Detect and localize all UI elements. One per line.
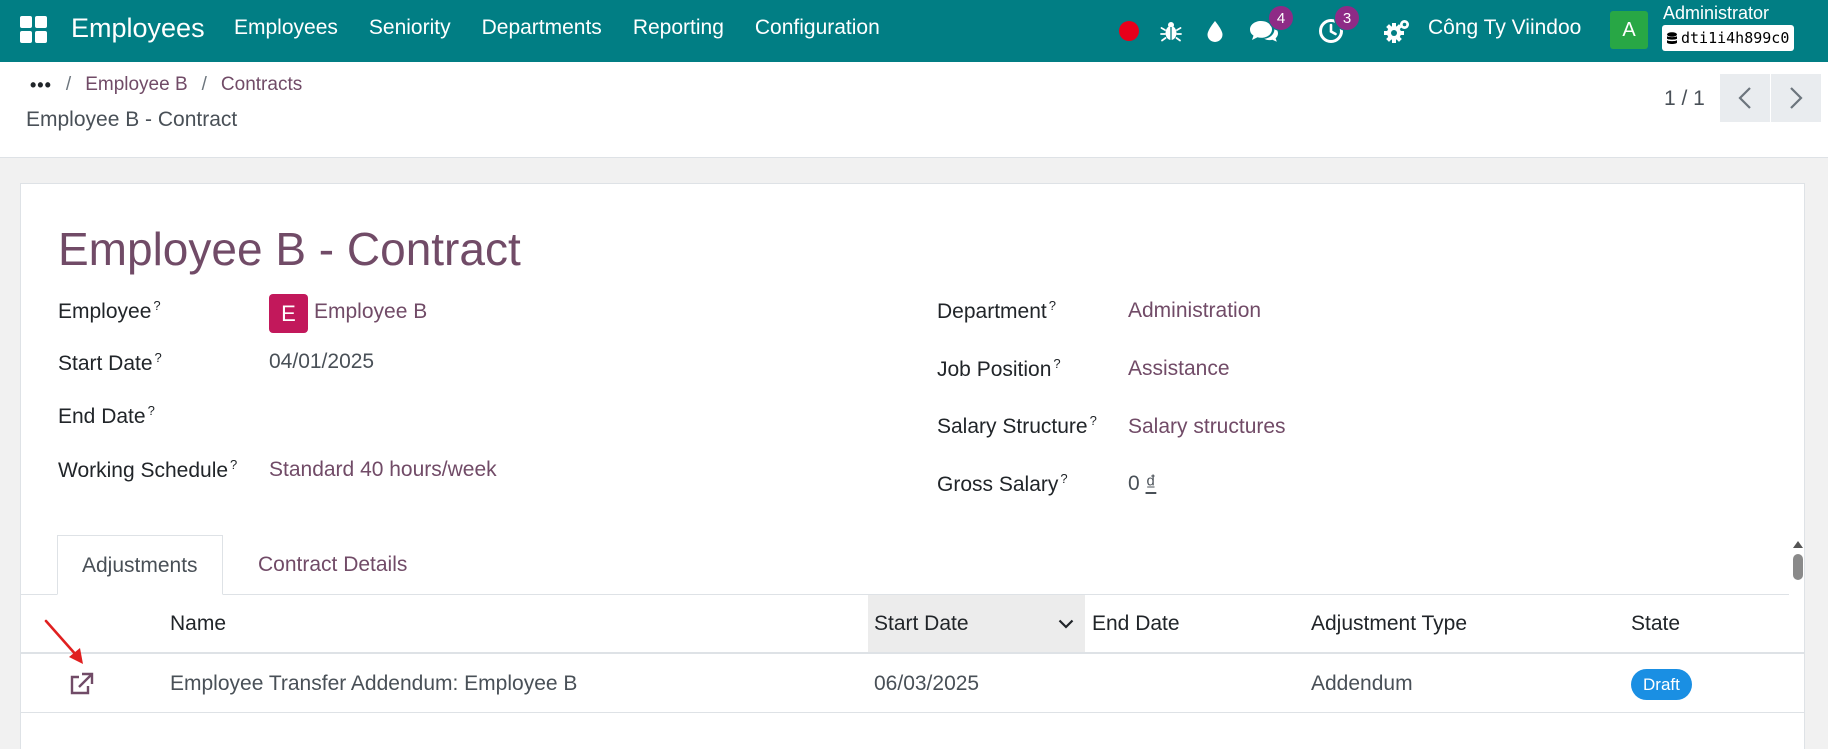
gross-salary-field[interactable]: 0 ₫ bbox=[1128, 472, 1156, 496]
breadcrumb-contracts-link[interactable]: Contracts bbox=[221, 74, 302, 96]
user-name[interactable]: Administrator bbox=[1663, 3, 1769, 24]
salary-structure-label: Salary Structure? bbox=[937, 413, 1097, 438]
scrollbar-thumb[interactable] bbox=[1793, 554, 1803, 580]
table-row[interactable]: Employee Transfer Addendum: Employee B 0… bbox=[21, 655, 1804, 713]
control-panel: ••• / Employee B / Contracts Employee B … bbox=[0, 62, 1828, 158]
row-adjustment-type: Addendum bbox=[1311, 672, 1413, 695]
pager-value[interactable]: 1 / 1 bbox=[1664, 87, 1705, 111]
form-sheet: Employee B - Contract Employee? E Employ… bbox=[20, 183, 1805, 749]
scroll-up-arrow-icon[interactable] bbox=[1793, 541, 1803, 548]
column-state[interactable]: State bbox=[1631, 595, 1771, 652]
database-name: dti1i4h899c0 bbox=[1681, 29, 1790, 47]
database-badge: dti1i4h899c0 bbox=[1662, 25, 1795, 51]
settings-icon bbox=[1384, 20, 1409, 43]
top-navbar: Employees Employees Seniority Department… bbox=[0, 0, 1828, 62]
working-schedule-field[interactable]: Standard 40 hours/week bbox=[269, 458, 497, 482]
menu-employees[interactable]: Employees bbox=[234, 16, 338, 40]
column-adjustment-type[interactable]: Adjustment Type bbox=[1311, 595, 1591, 652]
column-end-date[interactable]: End Date bbox=[1092, 595, 1292, 652]
company-switcher[interactable]: Công Ty Viindoo bbox=[1428, 16, 1581, 40]
department-field[interactable]: Administration bbox=[1128, 299, 1261, 323]
help-tooltip-icon[interactable]: ? bbox=[155, 350, 162, 365]
breadcrumb-overflow-button[interactable]: ••• bbox=[30, 75, 52, 96]
help-tooltip-icon[interactable]: ? bbox=[148, 403, 155, 418]
user-avatar[interactable]: A bbox=[1610, 11, 1648, 49]
pager-next-button[interactable] bbox=[1771, 74, 1821, 122]
help-tooltip-icon[interactable]: ? bbox=[1060, 471, 1067, 486]
help-tooltip-icon[interactable]: ? bbox=[230, 457, 237, 472]
state-badge: Draft bbox=[1631, 669, 1692, 700]
end-date-field[interactable] bbox=[269, 403, 569, 431]
working-schedule-label: Working Schedule? bbox=[58, 457, 238, 482]
breadcrumb: ••• / Employee B / Contracts bbox=[30, 74, 302, 96]
menu-reporting[interactable]: Reporting bbox=[633, 16, 724, 40]
end-date-label: End Date? bbox=[58, 403, 155, 428]
chevron-right-icon bbox=[1790, 87, 1803, 109]
breadcrumb-current: Employee B - Contract bbox=[26, 108, 238, 131]
help-tooltip-icon[interactable]: ? bbox=[1049, 298, 1056, 313]
help-tooltip-icon[interactable]: ? bbox=[1053, 356, 1060, 371]
job-position-label: Job Position? bbox=[937, 356, 1061, 381]
database-icon bbox=[1667, 32, 1677, 44]
menu-departments[interactable]: Departments bbox=[482, 16, 602, 40]
job-position-field[interactable]: Assistance bbox=[1128, 357, 1230, 381]
menu-seniority[interactable]: Seniority bbox=[369, 16, 451, 40]
apps-grid-icon[interactable] bbox=[20, 16, 47, 43]
row-name: Employee Transfer Addendum: Employee B bbox=[170, 672, 578, 695]
breadcrumb-separator: / bbox=[65, 74, 72, 95]
help-tooltip-icon[interactable]: ? bbox=[1090, 413, 1097, 428]
salary-structure-field[interactable]: Salary structures bbox=[1128, 415, 1286, 439]
currency-symbol: ₫ bbox=[1145, 472, 1157, 495]
messages-count-badge: 4 bbox=[1268, 5, 1294, 31]
record-button[interactable] bbox=[1116, 0, 1142, 62]
bug-icon bbox=[1160, 22, 1182, 42]
app-title[interactable]: Employees bbox=[71, 13, 205, 44]
theme-button[interactable] bbox=[1202, 0, 1228, 62]
column-name[interactable]: Name bbox=[170, 595, 870, 652]
help-tooltip-icon[interactable]: ? bbox=[153, 298, 160, 313]
row-start-date: 06/03/2025 bbox=[874, 672, 980, 695]
breadcrumb-separator: / bbox=[201, 74, 207, 95]
activities-count-badge: 3 bbox=[1334, 5, 1360, 31]
record-title[interactable]: Employee B - Contract bbox=[58, 222, 521, 276]
gross-salary-label: Gross Salary? bbox=[937, 471, 1068, 496]
department-label: Department? bbox=[937, 298, 1056, 323]
external-link-icon[interactable] bbox=[68, 672, 94, 696]
menu-configuration[interactable]: Configuration bbox=[755, 16, 880, 40]
droplet-icon bbox=[1207, 20, 1223, 42]
main-menu: Employees Seniority Departments Reportin… bbox=[234, 16, 911, 40]
debug-button[interactable] bbox=[1156, 0, 1186, 62]
start-date-label: Start Date? bbox=[58, 350, 162, 375]
employee-label: Employee? bbox=[58, 298, 161, 323]
tab-contract-details[interactable]: Contract Details bbox=[234, 535, 431, 595]
annotation-arrow-icon bbox=[44, 619, 83, 664]
start-date-field[interactable]: 04/01/2025 bbox=[269, 350, 374, 374]
breadcrumb-employee-link[interactable]: Employee B bbox=[85, 74, 187, 96]
chevron-down-icon bbox=[1058, 619, 1074, 629]
pager-previous-button[interactable] bbox=[1720, 74, 1770, 122]
chevron-left-icon bbox=[1738, 87, 1751, 109]
employee-field[interactable]: Employee B bbox=[314, 300, 427, 324]
column-start-date[interactable]: Start Date bbox=[868, 595, 1085, 652]
adjustments-table-header: Name Start Date End Date Adjustment Type… bbox=[21, 595, 1804, 654]
settings-button[interactable] bbox=[1380, 0, 1414, 62]
employee-avatar: E bbox=[269, 294, 308, 333]
tab-adjustments[interactable]: Adjustments bbox=[57, 535, 223, 595]
record-icon bbox=[1119, 21, 1139, 41]
